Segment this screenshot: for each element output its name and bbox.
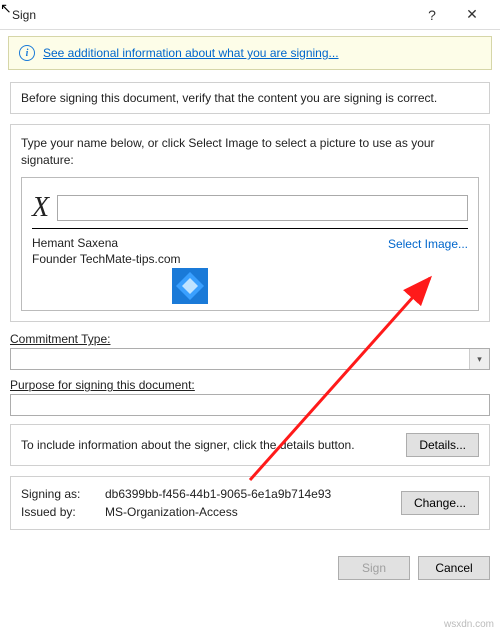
signature-input[interactable]	[57, 195, 468, 221]
issued-by-value: MS-Organization-Access	[105, 503, 238, 521]
cancel-button[interactable]: Cancel	[418, 556, 490, 580]
window-title: Sign	[12, 8, 412, 22]
cursor-icon: ↖	[0, 0, 12, 17]
issued-by-label: Issued by:	[21, 503, 97, 521]
signing-as-value: db6399bb-f456-44b1-9065-6e1a9b714e93	[105, 485, 331, 503]
purpose-label: Purpose for signing this document:	[10, 378, 195, 392]
signature-instruction: Type your name below, or click Select Im…	[21, 135, 479, 169]
logo-icon	[172, 268, 208, 304]
details-button[interactable]: Details...	[406, 433, 479, 457]
purpose-input[interactable]	[10, 394, 490, 416]
change-button[interactable]: Change...	[401, 491, 479, 515]
commitment-select[interactable]	[10, 348, 490, 370]
identity-group: Signing as: db6399bb-f456-44b1-9065-6e1a…	[10, 476, 490, 530]
details-group: To include information about the signer,…	[10, 424, 490, 466]
purpose-row: Purpose for signing this document:	[10, 378, 490, 416]
signer-title: Founder TechMate-tips.com	[32, 251, 388, 268]
info-link[interactable]: See additional information about what yo…	[43, 46, 339, 60]
info-icon: i	[19, 45, 35, 61]
help-icon: ?	[428, 7, 436, 23]
verify-text: Before signing this document, verify tha…	[21, 91, 479, 105]
signer-meta: Hemant Saxena Founder TechMate-tips.com	[32, 235, 388, 269]
commitment-label: Commitment Type:	[10, 332, 110, 346]
commitment-row: Commitment Type: ▾	[10, 332, 490, 370]
help-button[interactable]: ?	[412, 0, 452, 30]
signer-name: Hemant Saxena	[32, 235, 388, 252]
dialog-body: Before signing this document, verify tha…	[0, 76, 500, 550]
watermark: wsxdn.com	[444, 619, 494, 630]
verify-group: Before signing this document, verify tha…	[10, 82, 490, 114]
signature-area: X Hemant Saxena Founder TechMate-tips.co…	[21, 177, 479, 312]
sign-button[interactable]: Sign	[338, 556, 410, 580]
signature-group: Type your name below, or click Select Im…	[10, 124, 490, 322]
select-image-link[interactable]: Select Image...	[388, 235, 468, 251]
details-text: To include information about the signer,…	[21, 438, 355, 452]
close-icon: ✕	[466, 6, 478, 23]
dialog-footer: Sign Cancel	[0, 550, 500, 590]
signature-x-mark: X	[32, 192, 49, 224]
signing-as-label: Signing as:	[21, 485, 97, 503]
titlebar: Sign ? ✕	[0, 0, 500, 30]
signature-line	[32, 228, 468, 229]
close-button[interactable]: ✕	[452, 0, 492, 30]
info-bar: i See additional information about what …	[8, 36, 492, 70]
